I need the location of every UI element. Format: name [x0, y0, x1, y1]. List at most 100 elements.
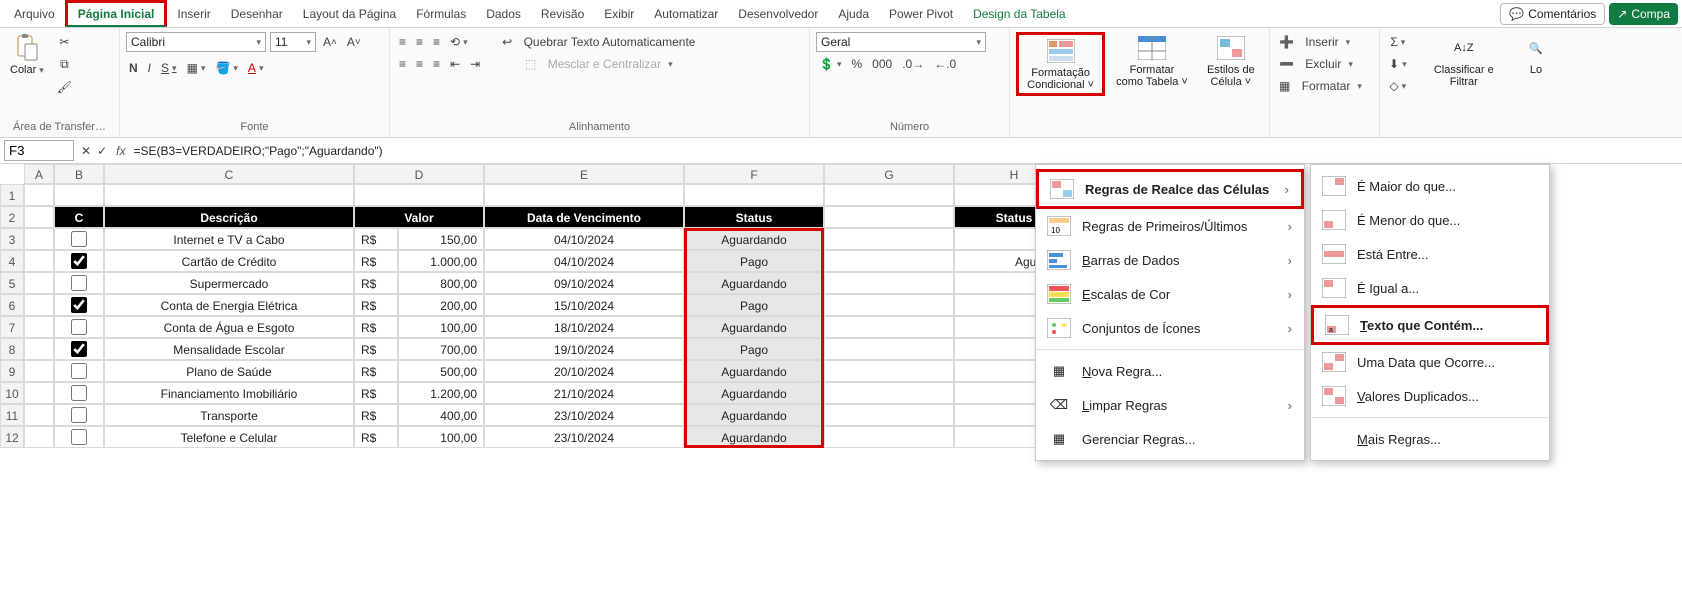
value-cell[interactable]: 200,00 — [398, 294, 484, 316]
menu-equal-to[interactable]: É Igual a... — [1311, 271, 1549, 305]
checkbox-cell[interactable] — [54, 272, 104, 294]
col-F[interactable]: F — [684, 164, 824, 184]
accept-formula-button[interactable]: ✓ — [94, 141, 110, 161]
cell[interactable] — [24, 360, 54, 382]
sort-filter-button[interactable]: A↓Z Classificar e Filtrar — [1416, 32, 1512, 90]
fill-color-button[interactable]: 🪣 — [212, 58, 240, 78]
row-head[interactable]: 9 — [0, 360, 24, 382]
borders-button[interactable]: ▦ — [184, 58, 209, 78]
align-right-button[interactable]: ≡ — [430, 54, 443, 74]
cell[interactable] — [54, 184, 104, 206]
increase-font-button[interactable]: A˄ — [320, 32, 340, 52]
checkbox-cell[interactable] — [54, 228, 104, 250]
tab-home[interactable]: Página Inicial — [65, 0, 168, 27]
desc-cell[interactable]: Supermercado — [104, 272, 354, 294]
checkbox-cell[interactable] — [54, 338, 104, 360]
row-head[interactable]: 7 — [0, 316, 24, 338]
currency-cell[interactable]: R$ — [354, 426, 398, 448]
cell[interactable] — [24, 426, 54, 448]
tab-view[interactable]: Exibir — [594, 3, 644, 25]
currency-cell[interactable]: R$ — [354, 338, 398, 360]
cell[interactable] — [24, 272, 54, 294]
indent-increase-button[interactable]: ⇥ — [467, 54, 483, 74]
menu-less-than[interactable]: É Menor do que... — [1311, 203, 1549, 237]
align-middle-button[interactable]: ≡ — [413, 32, 426, 52]
comma-format-button[interactable]: 000 — [869, 54, 895, 74]
menu-between[interactable]: Está Entre... — [1311, 237, 1549, 271]
currency-cell[interactable]: R$ — [354, 272, 398, 294]
align-top-button[interactable]: ≡ — [396, 32, 409, 52]
cell[interactable] — [824, 338, 954, 360]
paste-button[interactable]: Colar — [6, 32, 48, 78]
indent-decrease-button[interactable]: ⇤ — [447, 54, 463, 74]
merge-center-button[interactable]: ⬚ Mesclar e Centralizar — [499, 54, 698, 74]
menu-data-bars[interactable]: Barras de Dados › — [1036, 243, 1304, 277]
cell[interactable] — [24, 184, 54, 206]
menu-text-contains[interactable]: a Texto que Contém... — [1311, 305, 1549, 345]
font-name-select[interactable]: Calibri — [126, 32, 266, 52]
header-desc[interactable]: Descrição — [104, 206, 354, 228]
status-cell[interactable]: Pago — [684, 294, 824, 316]
cell[interactable] — [824, 250, 954, 272]
currency-cell[interactable]: R$ — [354, 404, 398, 426]
col-B[interactable]: B — [54, 164, 104, 184]
value-cell[interactable]: 100,00 — [398, 316, 484, 338]
clear-button[interactable]: ◇ — [1386, 76, 1410, 96]
italic-button[interactable]: I — [145, 58, 154, 78]
number-format-select[interactable]: Geral — [816, 32, 986, 52]
tab-automate[interactable]: Automatizar — [644, 3, 728, 25]
currency-cell[interactable]: R$ — [354, 294, 398, 316]
format-cells-button[interactable]: ▦ Formatar — [1276, 76, 1365, 96]
menu-more-rules[interactable]: Mais Regras... — [1311, 422, 1549, 456]
font-size-select[interactable]: 11 — [270, 32, 316, 52]
cell[interactable] — [824, 294, 954, 316]
cell[interactable] — [24, 206, 54, 228]
desc-cell[interactable]: Conta de Energia Elétrica — [104, 294, 354, 316]
checkbox-cell[interactable] — [54, 360, 104, 382]
cancel-formula-button[interactable]: ✕ — [78, 141, 94, 161]
cell[interactable] — [104, 184, 354, 206]
value-cell[interactable]: 800,00 — [398, 272, 484, 294]
tab-layout[interactable]: Layout da Página — [293, 3, 406, 25]
row-head[interactable]: 5 — [0, 272, 24, 294]
checkbox-cell[interactable] — [54, 426, 104, 448]
date-cell[interactable]: 23/10/2024 — [484, 404, 684, 426]
share-button[interactable]: ↗ Compa — [1609, 3, 1678, 25]
checkbox-cell[interactable] — [54, 250, 104, 272]
date-cell[interactable]: 23/10/2024 — [484, 426, 684, 448]
row-checkbox[interactable] — [71, 429, 87, 445]
date-cell[interactable]: 20/10/2024 — [484, 360, 684, 382]
align-bottom-button[interactable]: ≡ — [430, 32, 443, 52]
wrap-text-button[interactable]: ↩ Quebrar Texto Automaticamente — [499, 32, 698, 52]
formula-input[interactable]: =SE(B3=VERDADEIRO;"Pago";"Aguardando") — [131, 142, 1682, 160]
cut-button[interactable]: ✂ — [54, 32, 75, 52]
decrease-decimal-button[interactable]: ←.0 — [931, 54, 959, 74]
status-cell[interactable]: Pago — [684, 250, 824, 272]
tab-tabledesign[interactable]: Design da Tabela — [963, 3, 1076, 25]
value-cell[interactable]: 1.000,00 — [398, 250, 484, 272]
desc-cell[interactable]: Conta de Água e Esgoto — [104, 316, 354, 338]
header-valor[interactable]: Valor — [354, 206, 484, 228]
comments-button[interactable]: 💬 Comentários — [1500, 3, 1605, 25]
desc-cell[interactable]: Internet e TV a Cabo — [104, 228, 354, 250]
row-checkbox[interactable] — [71, 407, 87, 423]
fx-icon[interactable]: fx — [110, 144, 131, 158]
cell[interactable] — [354, 184, 484, 206]
decrease-font-button[interactable]: A˅ — [344, 32, 364, 52]
value-cell[interactable]: 700,00 — [398, 338, 484, 360]
cell[interactable] — [24, 250, 54, 272]
cell-styles-button[interactable]: Estilos de Célula ˅ — [1199, 32, 1263, 90]
cell[interactable] — [824, 184, 954, 206]
name-box[interactable] — [4, 140, 74, 161]
cell[interactable] — [24, 228, 54, 250]
row-checkbox[interactable] — [71, 297, 87, 313]
desc-cell[interactable]: Mensalidade Escolar — [104, 338, 354, 360]
cell[interactable] — [824, 382, 954, 404]
checkbox-cell[interactable] — [54, 316, 104, 338]
checkbox-cell[interactable] — [54, 294, 104, 316]
date-cell[interactable]: 04/10/2024 — [484, 250, 684, 272]
date-cell[interactable]: 19/10/2024 — [484, 338, 684, 360]
copy-button[interactable]: ⧉ — [54, 54, 75, 75]
menu-new-rule[interactable]: ▦ Nova Regra... — [1036, 354, 1304, 388]
desc-cell[interactable]: Telefone e Celular — [104, 426, 354, 448]
